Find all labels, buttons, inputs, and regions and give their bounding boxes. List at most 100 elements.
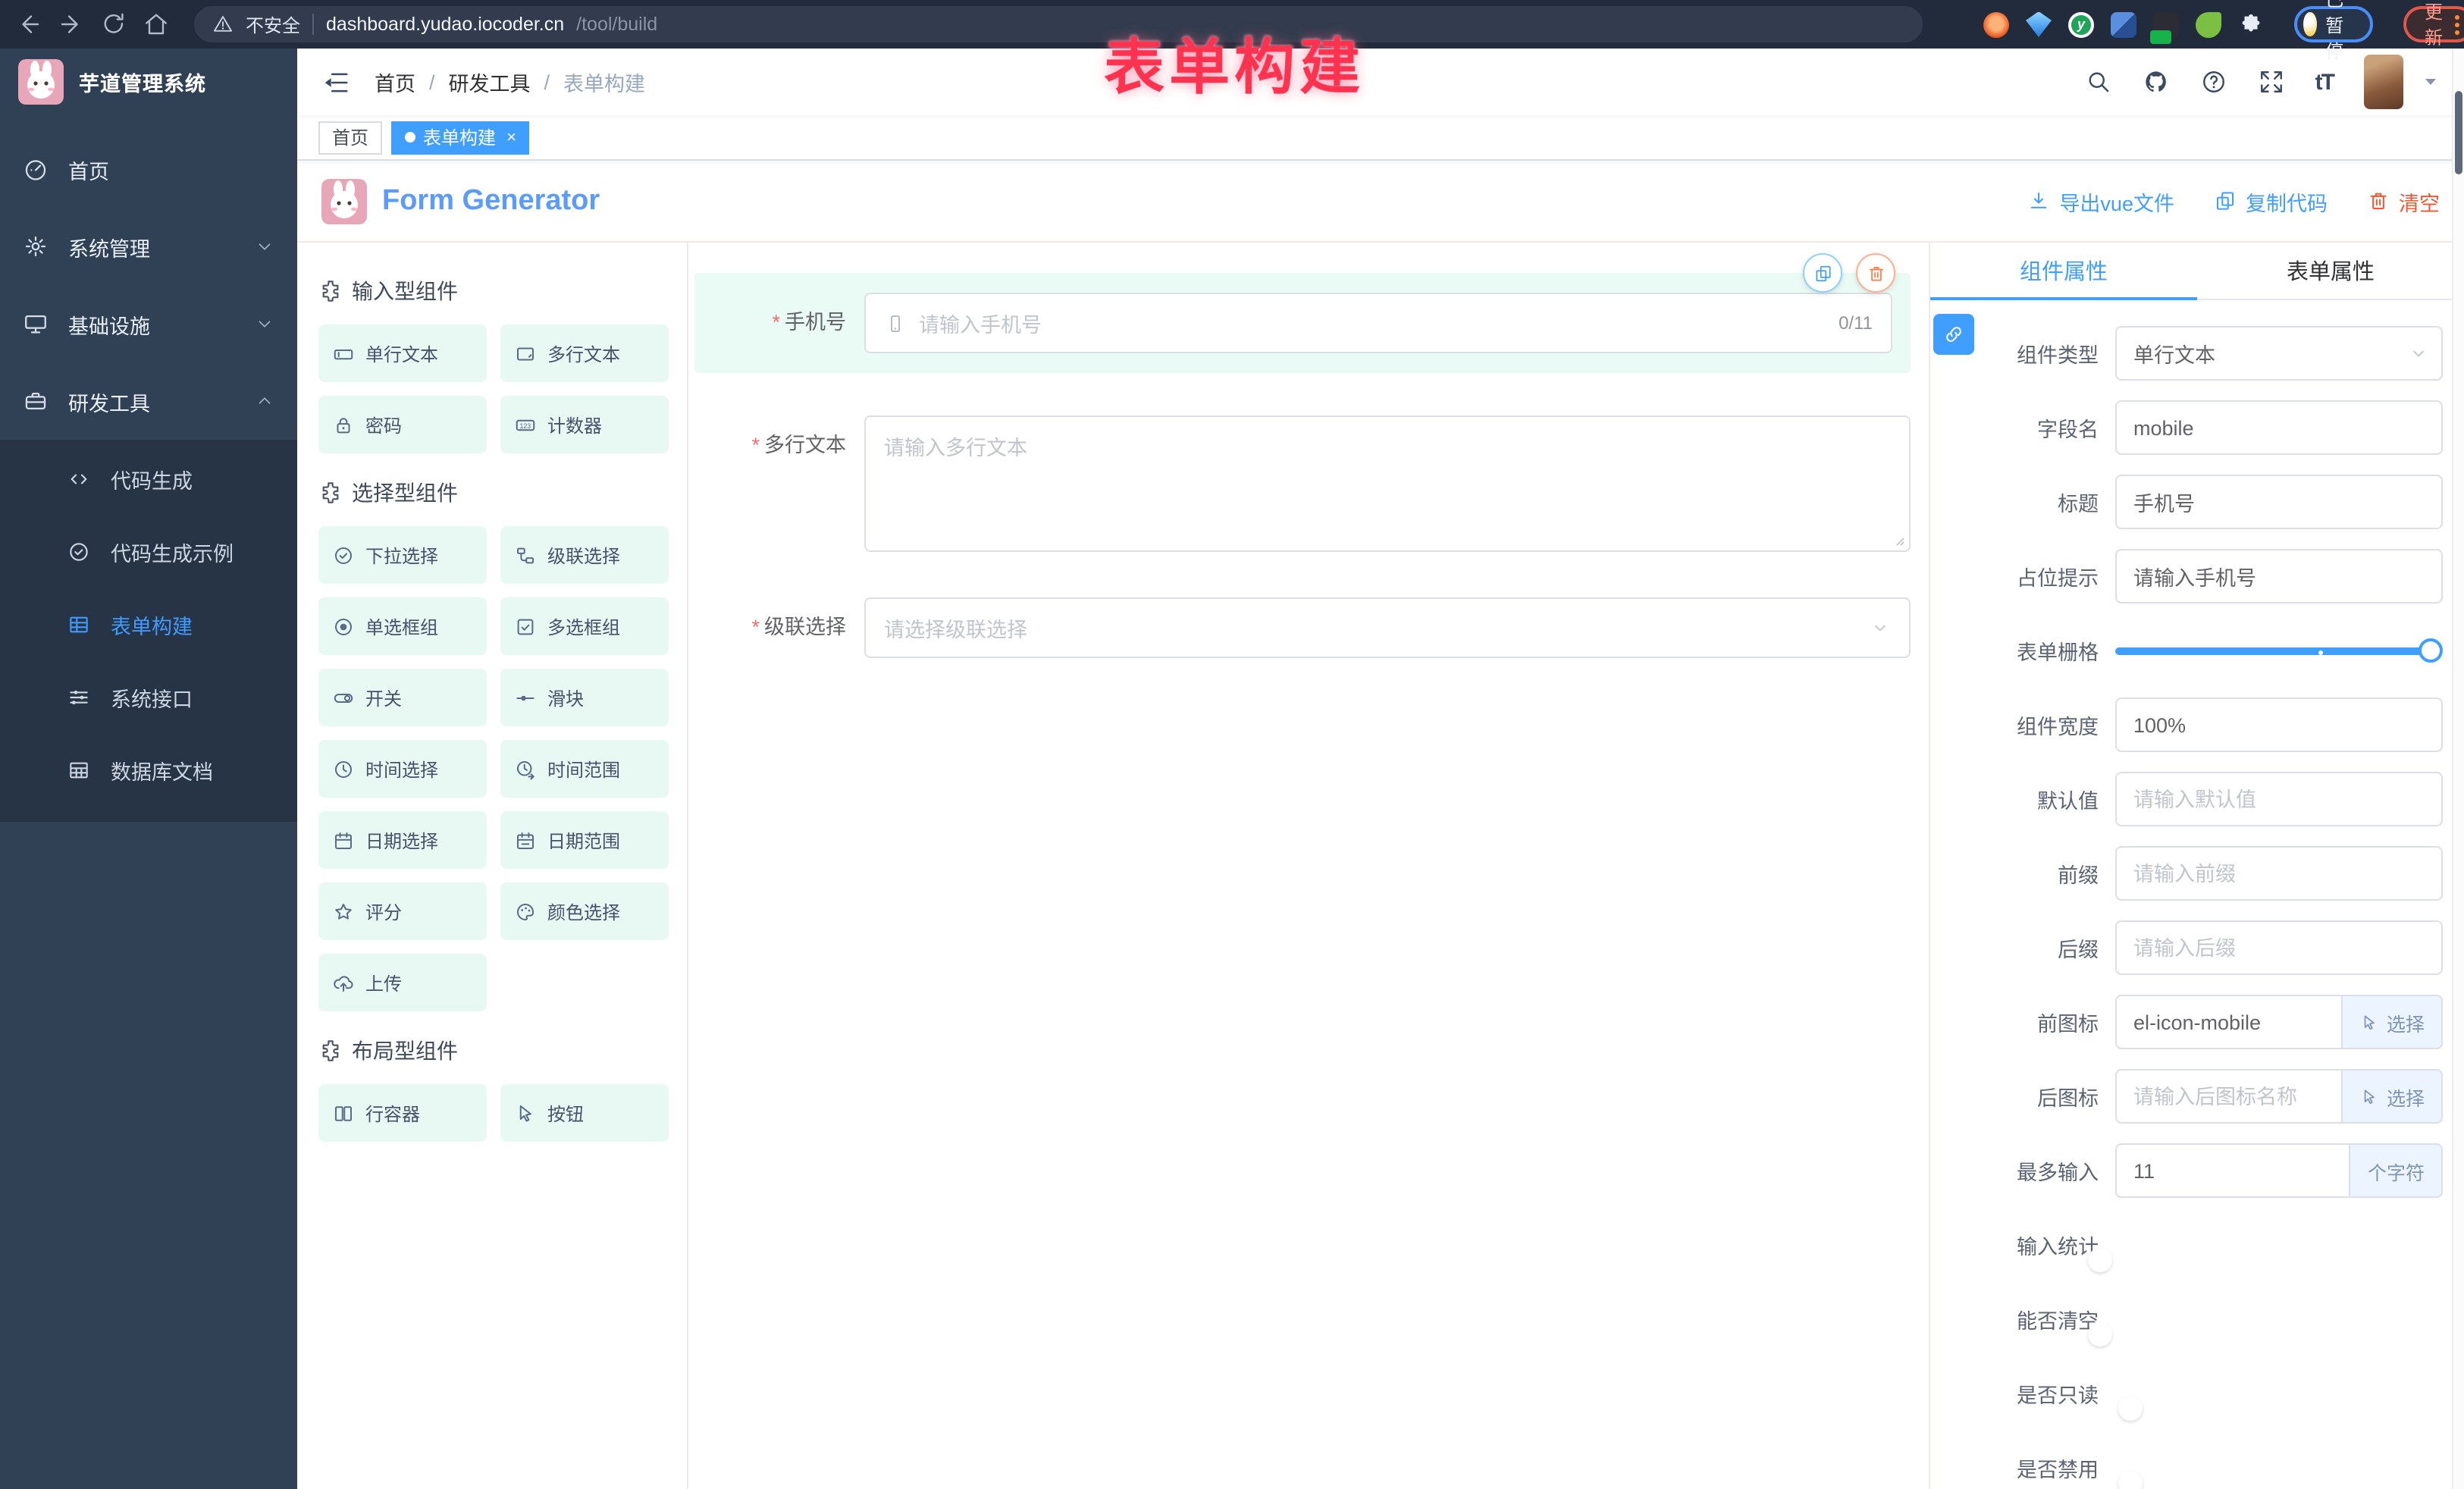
palette-item-checkbox-group[interactable]: 多选框组 — [500, 597, 669, 655]
circle-check-icon — [332, 544, 355, 566]
maxlength-input[interactable] — [2115, 1143, 2351, 1198]
app-logo — [18, 59, 64, 105]
palette-item-switch[interactable]: 开关 — [318, 669, 487, 726]
tag-home[interactable]: 首页 — [318, 121, 382, 154]
extension-icon[interactable] — [1983, 11, 2009, 37]
placeholder-input[interactable] — [2115, 549, 2443, 603]
sidebar-item-label: 首页 — [68, 154, 109, 184]
json-drawer-button[interactable] — [1933, 314, 1974, 355]
fullscreen-icon[interactable] — [2258, 68, 2285, 96]
home-icon[interactable] — [143, 11, 170, 38]
extension-on-icon[interactable] — [2153, 11, 2179, 37]
field-name-input[interactable] — [2115, 400, 2443, 455]
tab-component-props[interactable]: 组件属性 — [1930, 243, 2197, 299]
palette-item-date-range[interactable]: 日期范围 — [500, 811, 669, 869]
caret-down-icon[interactable] — [2422, 73, 2440, 91]
extension-icon[interactable] — [2111, 11, 2136, 37]
slider-track[interactable] — [2115, 647, 2431, 655]
default-value-input[interactable] — [2115, 772, 2443, 826]
palette-item-row-container[interactable]: 行容器 — [318, 1084, 487, 1142]
extension-leaf-icon[interactable] — [2196, 11, 2221, 37]
address-bar[interactable]: 不安全 dashboard.yudao.iocoder.cn/tool/buil… — [194, 6, 1923, 42]
sidebar-item-system[interactable]: 系统管理 — [0, 208, 297, 285]
search-icon[interactable] — [2085, 68, 2112, 96]
copy-code-button[interactable]: 复制代码 — [2214, 186, 2328, 216]
palette-item-time-picker[interactable]: 时间选择 — [318, 740, 487, 798]
sidebar-item-api[interactable]: 系统接口 — [0, 661, 297, 734]
prefix-icon-select-button[interactable]: 选择 — [2343, 995, 2443, 1049]
profile-paused-badge[interactable]: 已暂停 — [2294, 6, 2373, 42]
scrollbar-thumb[interactable] — [2455, 91, 2462, 174]
slider-handle[interactable] — [2419, 638, 2443, 663]
sidebar-item-devtools[interactable]: 研发工具 — [0, 362, 297, 440]
palette-item-text-input[interactable]: 单行文本 — [318, 324, 487, 382]
sidebar-item-db-doc[interactable]: 数据库文档 — [0, 734, 297, 807]
cascader-select[interactable]: 请选择级联选择 — [864, 597, 1911, 658]
collapse-menu-icon[interactable] — [321, 67, 350, 96]
props-tabs: 组件属性 表单属性 — [1930, 243, 2464, 300]
palette-item-date-picker[interactable]: 日期选择 — [318, 811, 487, 869]
palette-item-counter[interactable]: 123 计数器 — [500, 396, 669, 453]
palette-item-cascader[interactable]: 级联选择 — [500, 526, 669, 584]
suffix-icon-input[interactable] — [2115, 1069, 2343, 1124]
prop-row-suffix: 后缀 — [1985, 920, 2443, 975]
export-vue-button[interactable]: 导出vue文件 — [2027, 186, 2174, 216]
close-tag-icon[interactable]: × — [506, 128, 516, 146]
palette-item-time-range[interactable]: 时间范围 — [500, 740, 669, 798]
insecure-warning-icon — [212, 14, 234, 35]
palette-section-layout: 布局型组件 — [318, 1036, 669, 1066]
breadcrumb-home[interactable]: 首页 — [375, 67, 415, 97]
palette-item-slider[interactable]: 滑块 — [500, 669, 669, 726]
back-icon[interactable] — [15, 11, 42, 38]
sidebar-item-infra[interactable]: 基础设施 — [0, 285, 297, 362]
sidebar-item-codegen[interactable]: 代码生成 — [0, 443, 297, 516]
extension-gem-icon[interactable] — [2026, 11, 2052, 37]
github-icon[interactable] — [2143, 68, 2170, 96]
delete-component-button[interactable] — [1856, 253, 1895, 293]
tag-form-builder[interactable]: 表单构建 × — [391, 121, 530, 154]
palette-item-radio-group[interactable]: 单选框组 — [318, 597, 487, 655]
update-label: 更新 — [2425, 0, 2443, 50]
palette-item-select[interactable]: 下拉选择 — [318, 526, 487, 584]
forward-icon[interactable] — [58, 11, 85, 38]
palette-item-textarea[interactable]: 多行文本 — [500, 324, 669, 382]
palette-item-button[interactable]: 按钮 — [500, 1084, 669, 1142]
palette-item-password[interactable]: 密码 — [318, 396, 487, 453]
prop-row-grid: 表单栅格 — [1985, 623, 2443, 678]
breadcrumb-devtools[interactable]: 研发工具 — [449, 67, 531, 97]
page-scrollbar[interactable] — [2452, 49, 2464, 1489]
palette-item-color-picker[interactable]: 颜色选择 — [500, 882, 669, 940]
duplicate-component-button[interactable] — [1803, 253, 1842, 293]
sidebar-item-codegen-demo[interactable]: 代码生成示例 — [0, 516, 297, 588]
trash-icon — [2367, 190, 2390, 212]
clear-button[interactable]: 清空 — [2367, 186, 2440, 216]
prefix-input[interactable] — [2115, 846, 2443, 901]
form-grid-slider[interactable] — [2115, 623, 2443, 678]
palette-section-input: 输入型组件 — [318, 276, 669, 306]
textarea-input[interactable]: 请输入多行文本 — [864, 415, 1911, 552]
form-canvas[interactable]: *手机号 请输入手机号 0/11 *多行文本 请输入多行文本 — [688, 243, 1929, 1489]
chrome-update-button[interactable]: 更新 — [2403, 6, 2464, 42]
prefix-icon-input[interactable] — [2115, 995, 2343, 1049]
selected-component-mobile[interactable]: *手机号 请输入手机号 0/11 — [694, 273, 1911, 373]
chrome-menu-icon[interactable] — [2455, 14, 2459, 34]
reload-icon[interactable] — [100, 11, 127, 38]
help-icon[interactable] — [2200, 68, 2227, 96]
extensions-puzzle-icon[interactable] — [2238, 11, 2264, 37]
sidebar-item-home[interactable]: 首页 — [0, 130, 297, 208]
textarea-icon — [514, 342, 537, 365]
width-input[interactable] — [2115, 697, 2443, 752]
font-size-icon[interactable]: tT — [2315, 69, 2334, 95]
resize-handle-icon[interactable] — [1891, 532, 1906, 547]
suffix-icon-select-button[interactable]: 选择 — [2343, 1069, 2443, 1124]
palette-item-upload[interactable]: 上传 — [318, 954, 487, 1011]
suffix-input[interactable] — [2115, 920, 2443, 975]
tab-form-props[interactable]: 表单属性 — [2197, 243, 2464, 299]
extension-y-icon[interactable]: y — [2068, 11, 2094, 37]
sidebar-item-form-builder[interactable]: 表单构建 — [0, 588, 297, 661]
palette-item-rate[interactable]: 评分 — [318, 882, 487, 940]
user-avatar[interactable] — [2364, 55, 2403, 109]
mobile-input[interactable]: 请输入手机号 0/11 — [864, 293, 1892, 353]
title-input[interactable] — [2115, 475, 2443, 529]
component-type-select[interactable] — [2115, 326, 2443, 381]
